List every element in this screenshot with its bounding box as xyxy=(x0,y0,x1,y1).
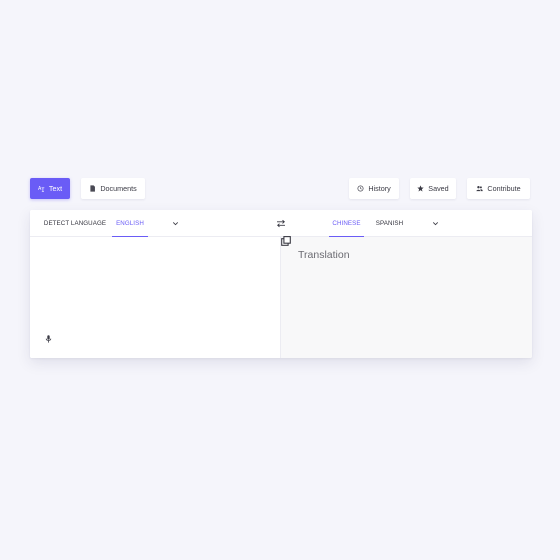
copy-icon[interactable] xyxy=(281,236,291,246)
document-icon xyxy=(89,185,96,192)
chevron-down-icon[interactable] xyxy=(431,219,440,228)
chinese-label: CHINESE xyxy=(332,219,361,227)
language-bar: DETECT LANGUAGE ENGLISH CHINESE SPANISH xyxy=(30,210,532,237)
text-mode-label: Text xyxy=(48,184,63,193)
documents-mode-label: Documents xyxy=(100,184,137,193)
tab-spanish[interactable]: SPANISH xyxy=(372,210,407,237)
tab-english[interactable]: ENGLISH xyxy=(112,210,148,237)
history-button[interactable]: History xyxy=(349,178,399,199)
translation-placeholder: Translation xyxy=(298,249,350,261)
swap-languages-icon[interactable] xyxy=(276,219,286,228)
contribute-label: Contribute xyxy=(487,184,521,193)
svg-text:A: A xyxy=(38,186,42,192)
microphone-icon[interactable] xyxy=(45,335,52,343)
tab-detect-language[interactable]: DETECT LANGUAGE xyxy=(39,210,111,237)
history-icon xyxy=(357,185,364,192)
detect-language-label: DETECT LANGUAGE xyxy=(43,220,107,227)
translation-output-area: Translation xyxy=(281,236,532,358)
text-mode-button[interactable]: A Text xyxy=(30,178,70,199)
translation-panel: DETECT LANGUAGE ENGLISH CHINESE SPANISH … xyxy=(30,210,532,358)
history-label: History xyxy=(368,184,391,193)
saved-button[interactable]: Saved xyxy=(410,178,456,199)
people-icon xyxy=(476,185,484,192)
saved-label: Saved xyxy=(428,184,449,193)
chevron-down-icon[interactable] xyxy=(171,219,180,228)
star-icon xyxy=(417,185,424,192)
spanish-label: SPANISH xyxy=(375,220,404,227)
documents-mode-button[interactable]: Documents xyxy=(81,178,145,199)
contribute-button[interactable]: Contribute xyxy=(467,178,530,199)
tab-chinese[interactable]: CHINESE xyxy=(329,210,364,237)
translate-icon: A xyxy=(38,185,45,192)
source-text-area[interactable] xyxy=(30,237,281,358)
english-label: ENGLISH xyxy=(116,219,144,227)
